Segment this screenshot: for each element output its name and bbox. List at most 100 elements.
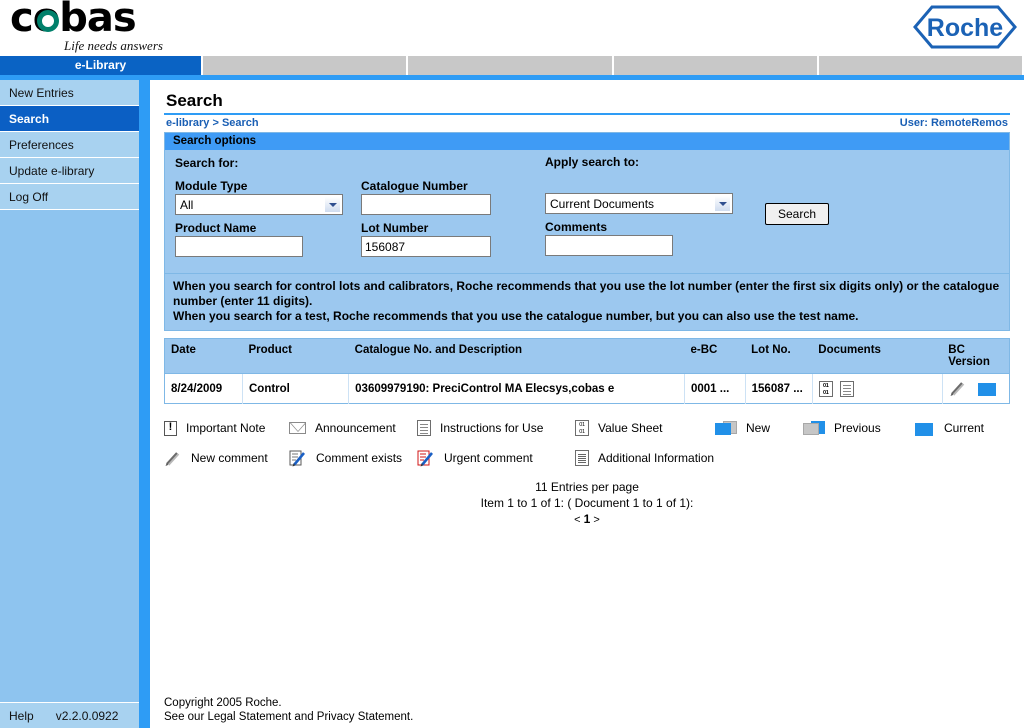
roche-hexagon-icon: Roche [913, 5, 1017, 49]
svg-text:Roche: Roche [927, 14, 1004, 42]
column-header-bc-version[interactable]: BC Version [942, 338, 1010, 374]
results-table-head: Date Product Catalogue No. and Descripti… [164, 338, 1010, 374]
lot-number-label: Lot Number [361, 221, 429, 235]
sidebar-footer: Help v2.2.0.0922 [0, 702, 139, 728]
roche-logo: Roche [912, 4, 1018, 50]
table-header-row: Date Product Catalogue No. and Descripti… [164, 338, 1010, 374]
column-header-ebc[interactable]: e-BC [684, 338, 746, 374]
new-comment-icon[interactable] [949, 380, 967, 397]
legend-row-2: New comment Comment exists Urgent commen… [164, 443, 1010, 473]
search-options-title: Search options [165, 133, 1009, 150]
legend-comment-exists: Comment exists [289, 450, 417, 467]
current-card-icon[interactable] [976, 381, 998, 396]
module-type-value: All [180, 197, 194, 212]
cell-lot-no: 156087 ... [744, 373, 813, 404]
previous-card-icon [803, 420, 825, 436]
column-header-product[interactable]: Product [242, 338, 349, 374]
legend-label: Comment exists [316, 451, 403, 465]
instructions-for-use-icon[interactable] [840, 380, 854, 397]
sidebar-item-new-entries[interactable]: New Entries [0, 80, 139, 106]
cell-date: 8/24/2009 [164, 373, 243, 404]
sidebar-item-log-off[interactable]: Log Off [0, 184, 139, 210]
search-button[interactable]: Search [765, 203, 829, 225]
prev-page-button[interactable]: < [574, 514, 580, 526]
search-hint-line-1: When you search for control lots and cal… [173, 279, 1000, 308]
page-title: Search [166, 91, 223, 110]
legend-label: Additional Information [598, 451, 715, 465]
legend-important-note: Important Note [164, 420, 289, 436]
module-type-label: Module Type [175, 179, 248, 193]
legend-urgent-comment: Urgent comment [417, 450, 575, 467]
sidebar-item-preferences[interactable]: Preferences [0, 132, 139, 158]
chevron-down-icon[interactable] [714, 195, 731, 212]
legend-label: New [746, 421, 771, 435]
help-link[interactable]: Help [0, 709, 34, 723]
product-name-label: Product Name [175, 221, 257, 235]
legend-label: Value Sheet [598, 421, 663, 435]
apply-search-to-value: Current Documents [550, 196, 655, 211]
sidebar: New Entries Search Preferences Update e-… [0, 80, 139, 728]
search-options-panel: Search options Search for: Module Type A… [164, 132, 1010, 274]
nav-tab-2[interactable] [203, 56, 409, 75]
nav-tab-3[interactable] [408, 56, 614, 75]
important-note-icon [164, 420, 177, 436]
module-type-select[interactable]: All [175, 194, 343, 215]
legend-label: Urgent comment [444, 451, 533, 465]
value-sheet-icon[interactable]: 01 01 [818, 380, 833, 397]
legend-label: Current [944, 421, 985, 435]
apply-search-to-select[interactable]: Current Documents [545, 193, 733, 214]
lot-number-input[interactable] [361, 236, 491, 257]
legend-label: Instructions for Use [440, 421, 544, 435]
column-header-lot-no[interactable]: Lot No. [745, 338, 813, 374]
copyright-text: Copyright 2005 Roche. [164, 697, 282, 709]
version-label: v2.2.0.0922 [55, 708, 119, 723]
main-nav[interactable]: e-Library [0, 56, 1024, 75]
comments-label: Comments [545, 220, 608, 234]
chevron-down-icon[interactable] [324, 196, 341, 213]
next-page-button[interactable]: > [593, 514, 599, 526]
column-header-documents[interactable]: Documents [812, 338, 943, 374]
instructions-for-use-icon [417, 420, 431, 436]
sidebar-item-update-e-library[interactable]: Update e-library [0, 158, 139, 184]
catalogue-number-label: Catalogue Number [361, 179, 468, 193]
cell-documents: 01 01 [811, 373, 943, 404]
legend-label: New comment [191, 451, 268, 465]
nav-tab-4[interactable] [613, 56, 819, 75]
current-card-icon [913, 421, 935, 436]
product-name-input[interactable] [175, 236, 303, 257]
pagination: 11 Entries per page Item 1 to 1 of 1: ( … [164, 479, 1010, 528]
nav-tab-e-library[interactable]: e-Library [0, 56, 203, 75]
comments-input[interactable] [545, 235, 673, 256]
cell-bc-version [941, 373, 1010, 404]
urgent-comment-icon [417, 450, 435, 467]
column-header-catalogue[interactable]: Catalogue No. and Description [348, 338, 685, 374]
page-body: New Entries Search Preferences Update e-… [0, 80, 1024, 728]
item-range: Item 1 to 1 of 1: ( Document 1 to 1 of 1… [480, 496, 694, 510]
legend-row-1: Important Note Announcement Instructions… [164, 413, 1010, 443]
column-header-date[interactable]: Date [164, 338, 243, 374]
cobas-wordmark: cobas [10, 0, 137, 41]
sidebar-item-search[interactable]: Search [0, 106, 139, 132]
user-label: User: RemoteRemos [899, 117, 1008, 129]
value-sheet-icon: 01 01 [575, 420, 589, 436]
legend-announcement: Announcement [289, 421, 417, 435]
announcement-icon [289, 422, 306, 434]
nav-tab-5[interactable] [818, 56, 1024, 75]
catalogue-number-input[interactable] [361, 194, 491, 215]
results-table: Date Product Catalogue No. and Descripti… [164, 338, 1010, 404]
search-hint-line-2: When you search for a test, Roche recomm… [173, 309, 859, 323]
legend-new: New [715, 420, 803, 436]
table-row[interactable]: 8/24/2009 Control 03609979190: PreciCont… [164, 373, 1010, 404]
legend-current: Current [913, 421, 984, 436]
comment-exists-icon [289, 450, 307, 467]
breadcrumb[interactable]: e-library > Search [166, 117, 259, 129]
current-page[interactable]: 1 [584, 512, 591, 526]
legend-label: Previous [834, 421, 881, 435]
entries-per-page: 11 Entries per page [535, 480, 639, 494]
legal-text[interactable]: See our Legal Statement and Privacy Stat… [164, 710, 413, 724]
search-button-column: Search [745, 179, 829, 263]
legend-value-sheet: 01 01 Value Sheet [575, 420, 715, 436]
page-header: cobas Life needs answers Roche [0, 0, 1024, 56]
legend-previous: Previous [803, 420, 913, 436]
cell-ebc: 0001 ... [683, 373, 746, 404]
